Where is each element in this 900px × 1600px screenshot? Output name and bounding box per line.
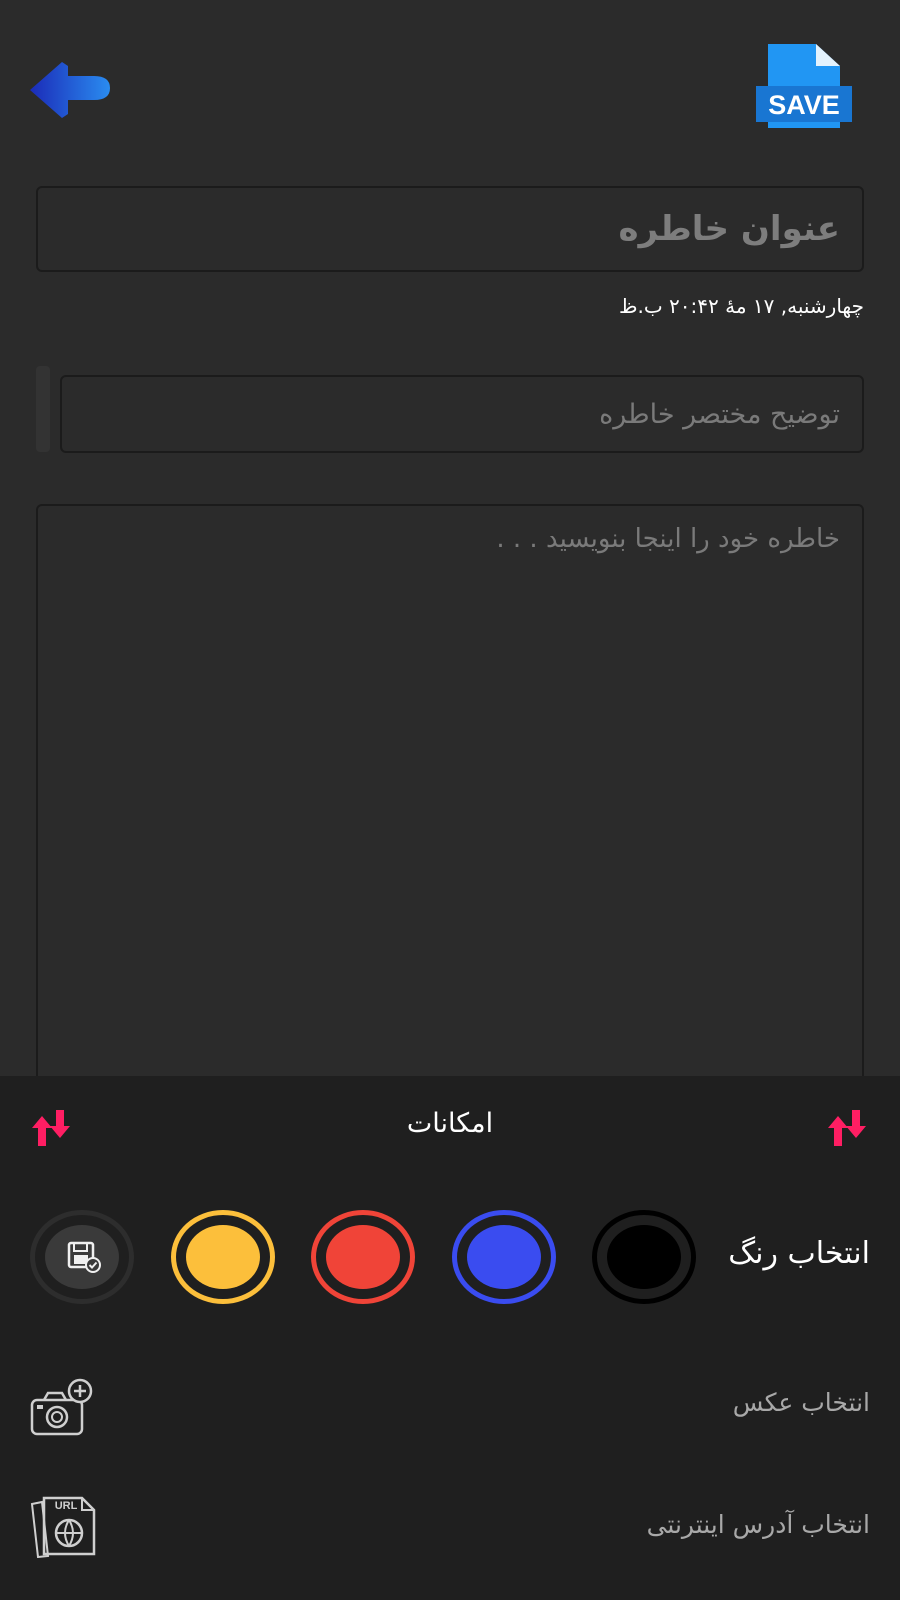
color-swatch-red[interactable] <box>311 1210 415 1304</box>
memory-body-field[interactable] <box>36 504 864 1104</box>
save-file-icon: SAVE <box>756 44 852 128</box>
swap-arrows-icon[interactable] <box>826 1110 870 1150</box>
save-label: SAVE <box>768 90 840 120</box>
color-selection-label: انتخاب رنگ <box>728 1236 870 1271</box>
description-field[interactable] <box>60 375 864 453</box>
save-disk-icon <box>67 1241 101 1273</box>
date-text: چهارشنبه, ۱۷ مهٔ ۲۰:۴۲ ب.ظ <box>618 294 864 318</box>
url-file-icon[interactable]: URL <box>30 1496 98 1559</box>
back-button[interactable] <box>28 58 114 122</box>
sheet-title: امکانات <box>406 1108 494 1139</box>
color-swatch-yellow[interactable] <box>171 1210 275 1304</box>
color-swatch-blue[interactable] <box>452 1210 556 1304</box>
saved-color-swatch[interactable] <box>30 1210 134 1304</box>
title-field[interactable] <box>36 186 864 272</box>
memory-body-input[interactable] <box>38 506 862 1104</box>
save-button[interactable]: SAVE <box>754 44 854 136</box>
color-swatch-black[interactable] <box>592 1210 696 1304</box>
description-handle <box>36 366 50 452</box>
description-input[interactable] <box>62 377 862 451</box>
back-arrow-icon <box>30 62 110 118</box>
title-input[interactable] <box>38 188 862 270</box>
url-selection-label[interactable]: انتخاب آدرس اینترنتی <box>647 1510 870 1539</box>
swap-arrows-icon[interactable] <box>30 1110 74 1150</box>
photo-selection-label[interactable]: انتخاب عکس <box>733 1388 870 1417</box>
add-photo-icon[interactable] <box>30 1378 96 1438</box>
url-badge: URL <box>55 1500 78 1512</box>
